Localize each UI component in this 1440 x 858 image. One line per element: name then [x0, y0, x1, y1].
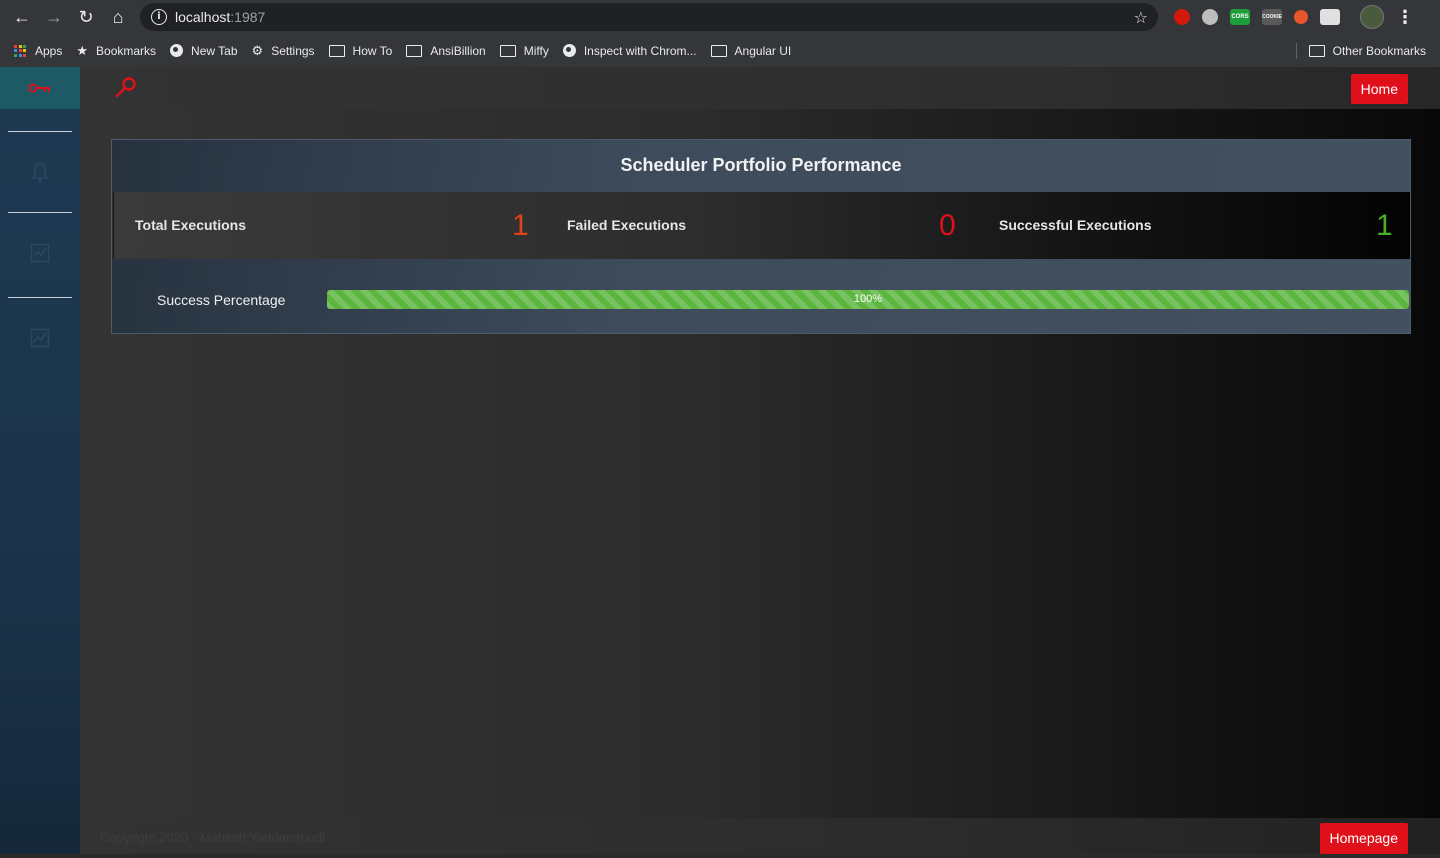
bookmark-new-tab[interactable]: New Tab: [170, 43, 238, 58]
sidebar-divider: [8, 212, 72, 213]
bookmark-label: Miffy: [523, 43, 549, 58]
bookmark-other[interactable]: Other Bookmarks: [1308, 43, 1426, 58]
browser-toolbar: ← → ↻ ⌂ i localhost:1987 ☆ CORS COOKIE ⋮: [0, 0, 1440, 34]
copyright-text: Copyright 2020 - Mahesh Yaddanapudi: [100, 830, 326, 845]
bookmark-apps[interactable]: Apps: [14, 44, 62, 58]
chart-icon: [30, 328, 50, 348]
sidebar-item-chart-2[interactable]: [30, 328, 50, 348]
browser-menu-icon[interactable]: ⋮: [1396, 7, 1414, 28]
chart-icon: [30, 243, 50, 263]
bookmark-settings[interactable]: ⚙ Settings: [252, 43, 315, 59]
success-progress-bar: 100%: [327, 290, 1409, 309]
bookmark-label: Apps: [35, 43, 63, 58]
sidebar: [0, 67, 80, 854]
bookmark-label: AnsiBillion: [430, 43, 486, 58]
home-button[interactable]: Home: [1350, 74, 1408, 104]
folder-icon: [406, 44, 423, 57]
bookmark-label: Inspect with Chrom...: [583, 43, 697, 58]
extensions-area: CORS COOKIE ⋮: [1168, 0, 1414, 34]
homepage-button[interactable]: Homepage: [1319, 823, 1408, 854]
back-arrow-icon[interactable]: ←: [6, 0, 38, 34]
star-icon: ★: [76, 42, 89, 58]
apps-grid-icon: [14, 44, 26, 57]
bookmark-star-icon[interactable]: ☆: [1134, 8, 1148, 28]
folder-icon: [710, 44, 727, 57]
key-logo-icon: [28, 83, 50, 93]
successful-executions-label: Successful Executions: [999, 217, 1152, 233]
folder-icon: [499, 44, 516, 57]
sidebar-item-notifications[interactable]: [30, 162, 50, 183]
info-icon[interactable]: i: [151, 9, 167, 25]
url-port: :1987: [230, 9, 266, 25]
adblock-extension-icon[interactable]: [1174, 9, 1190, 25]
chat-extension-icon[interactable]: [1202, 9, 1218, 25]
reload-icon[interactable]: ↻: [70, 0, 102, 34]
gear-icon: ⚙: [251, 42, 264, 58]
bookmark-label: Angular UI: [734, 43, 792, 58]
fox-extension-icon[interactable]: [1294, 10, 1308, 24]
profile-avatar[interactable]: [1360, 5, 1384, 29]
bell-icon: [31, 163, 49, 183]
sidebar-divider: [8, 131, 72, 132]
panel-title: Scheduler Portfolio Performance: [620, 155, 902, 175]
bookmark-angular-ui[interactable]: Angular UI: [710, 43, 792, 58]
failed-executions-label: Failed Executions: [567, 217, 687, 233]
brand-logo[interactable]: [0, 67, 80, 109]
main-content: Scheduler Portfolio Performance Total Ex…: [80, 109, 1440, 818]
success-percentage-label: Success Percentage: [157, 292, 286, 308]
cors-extension-icon[interactable]: CORS: [1230, 9, 1250, 25]
url-host: localhost: [175, 9, 231, 25]
app-topbar: Home: [80, 67, 1440, 109]
failed-executions-value: 0: [939, 209, 956, 242]
bookmark-label: Bookmarks: [96, 43, 157, 58]
bookmark-label: Settings: [271, 43, 315, 58]
total-executions-label: Total Executions: [135, 217, 246, 233]
footer: Copyright 2020 - Mahesh Yaddanapudi Home…: [80, 818, 1440, 854]
bookmark-label: New Tab: [191, 43, 238, 58]
successful-executions-value: 1: [1376, 209, 1393, 242]
bookmark-inspect[interactable]: Inspect with Chrom...: [562, 43, 697, 58]
folder-icon: [1308, 44, 1325, 57]
success-progress-text: 100%: [853, 293, 883, 305]
total-executions-value: 1: [512, 209, 529, 242]
globe-icon: [562, 44, 576, 57]
sidebar-divider: [8, 297, 72, 298]
bookmark-label: Other Bookmarks: [1332, 43, 1426, 58]
forward-arrow-icon[interactable]: →: [38, 0, 70, 34]
search-icon[interactable]: [114, 76, 138, 100]
folder-icon: [328, 44, 345, 57]
address-bar[interactable]: i localhost:1987 ☆: [140, 3, 1158, 31]
bookmark-label: How To: [352, 43, 393, 58]
bookmark-miffy[interactable]: Miffy: [499, 43, 549, 58]
stats-row: Total Executions 1 Failed Executions 0 S…: [113, 192, 1410, 259]
performance-panel: Scheduler Portfolio Performance Total Ex…: [111, 139, 1411, 334]
bookmarks-bar: Apps ★ Bookmarks New Tab ⚙ Settings How …: [0, 34, 1440, 67]
sidebar-item-chart[interactable]: [30, 243, 50, 263]
bookmark-ansibillion[interactable]: AnsiBillion: [406, 43, 486, 58]
print-extension-icon[interactable]: [1320, 9, 1340, 25]
bookmark-how-to[interactable]: How To: [328, 43, 393, 58]
bookmark-bookmarks[interactable]: ★ Bookmarks: [76, 43, 156, 59]
globe-icon: [170, 44, 184, 57]
home-icon[interactable]: ⌂: [102, 0, 134, 34]
cookie-extension-icon[interactable]: COOKIE: [1262, 9, 1282, 25]
url-text: localhost:1987: [175, 9, 265, 25]
